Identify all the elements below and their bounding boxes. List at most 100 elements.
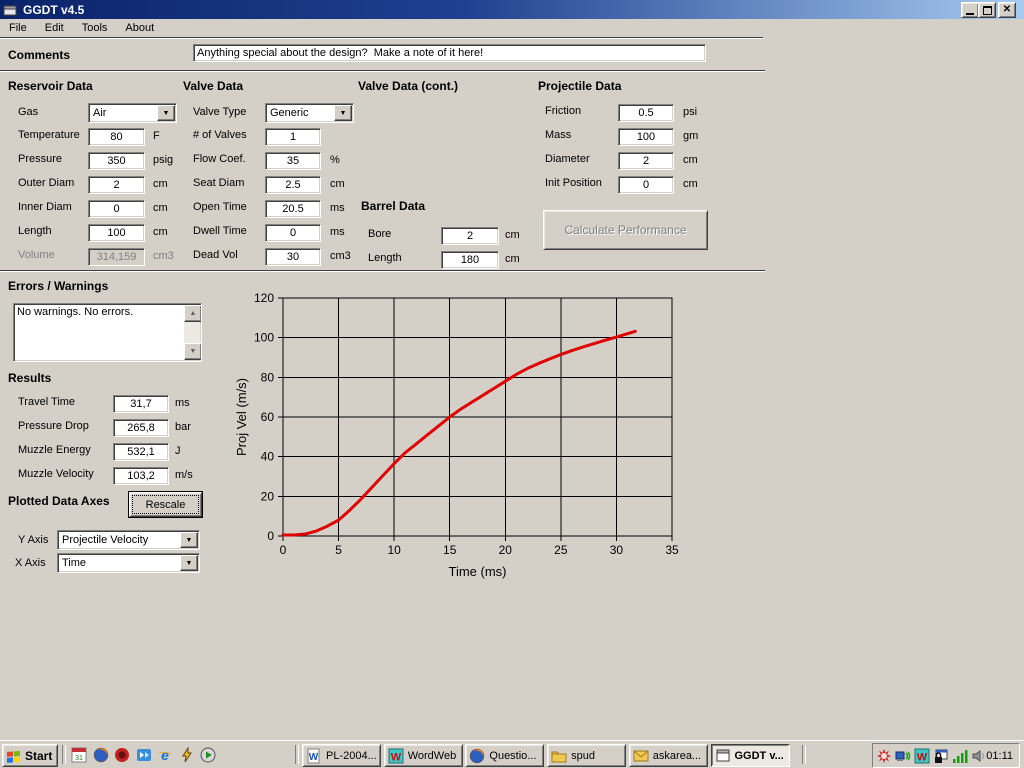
length-input[interactable]: 100 [88, 224, 145, 242]
volume-icon[interactable] [971, 748, 987, 764]
chevron-down-icon[interactable]: ▼ [157, 105, 175, 121]
friction-input[interactable]: 0.5 [618, 104, 674, 122]
tray-icons: W [873, 748, 987, 764]
task-button-spud[interactable]: spud [547, 744, 626, 767]
quick-launch-media-player-icon[interactable] [200, 747, 216, 766]
open-time-label: Open Time [193, 201, 247, 213]
quick-launch-winamp-icon[interactable] [179, 747, 195, 766]
length-label: Length [18, 225, 52, 237]
init-position-input[interactable]: 0 [618, 176, 674, 194]
quick-launch-internet-explorer-icon[interactable]: e [157, 747, 173, 766]
seat-diam-input[interactable]: 2.5 [265, 176, 321, 194]
flow-coef-input[interactable]: 35 [265, 152, 321, 170]
results-header: Results [8, 371, 51, 385]
x-axis-label: X Axis [15, 557, 46, 569]
svg-text:W: W [917, 751, 928, 763]
plotted-data-axes-header: Plotted Data Axes [8, 494, 110, 508]
comments-input[interactable] [193, 44, 706, 62]
inner-diam-unit: cm [153, 202, 168, 214]
svg-text:Proj Vel (m/s): Proj Vel (m/s) [234, 378, 249, 456]
valve-data-header: Valve Data [183, 79, 243, 93]
network-icon[interactable] [895, 748, 911, 764]
wordweb-tray-icon[interactable]: W [914, 748, 930, 764]
gas-select[interactable]: Air▼ [88, 103, 177, 123]
red-gear-icon[interactable] [876, 748, 892, 764]
svg-text:31: 31 [75, 755, 83, 762]
seat-diam-label: Seat Diam [193, 177, 244, 189]
tray-clock[interactable]: 01:11 [986, 750, 1013, 762]
quick-launch-messenger-icon[interactable] [136, 747, 152, 766]
firefox-icon [469, 748, 485, 764]
dwell-time-input[interactable]: 0 [265, 224, 321, 242]
start-button[interactable]: Start [2, 744, 58, 767]
scroll-up-icon[interactable]: ▲ [184, 305, 202, 322]
muzzle-velocity-value: 103,2 [113, 467, 169, 485]
pressure-label: Pressure [18, 153, 62, 165]
start-label: Start [25, 749, 52, 763]
svg-text:e: e [161, 747, 169, 763]
travel-time-label: Travel Time [18, 396, 75, 408]
barrel-data-header: Barrel Data [361, 199, 425, 213]
svg-text:0: 0 [280, 543, 287, 557]
quick-launch-red-media-icon[interactable] [114, 747, 130, 766]
quick-launch-media-calendar-icon[interactable]: 31 [71, 747, 87, 766]
errors-scrollbar[interactable]: ▲ ▼ [184, 305, 200, 360]
inner-diam-label: Inner Diam [18, 201, 72, 213]
task-button-label: PL-2004... [326, 750, 377, 762]
word-document-icon: W [306, 748, 322, 764]
open-time-input[interactable]: 20.5 [265, 200, 321, 218]
friction-unit: psi [683, 106, 697, 118]
dwell-time-unit: ms [330, 226, 345, 238]
of-valves-label: # of Valves [193, 129, 247, 141]
chevron-down-icon[interactable]: ▼ [180, 555, 198, 571]
errors-warnings-text: No warnings. No errors. [17, 306, 183, 318]
gas-label: Gas [18, 106, 38, 118]
errors-warnings-box[interactable]: No warnings. No errors. ▲ ▼ [13, 303, 202, 362]
task-button-pl-2004[interactable]: W PL-2004... [302, 744, 381, 767]
comments-label: Comments [8, 48, 70, 62]
length-input[interactable]: 180 [441, 251, 499, 269]
friction-label: Friction [545, 105, 581, 117]
chevron-down-icon[interactable]: ▼ [180, 532, 198, 548]
length-label: Length [368, 252, 402, 264]
length-unit: cm [153, 226, 168, 238]
pressure-input[interactable]: 350 [88, 152, 145, 170]
temperature-input[interactable]: 80 [88, 128, 145, 146]
chevron-down-icon[interactable]: ▼ [334, 105, 352, 121]
svg-text:0: 0 [267, 529, 274, 543]
svg-text:30: 30 [610, 543, 624, 557]
bore-input[interactable]: 2 [441, 227, 499, 245]
outer-diam-input[interactable]: 2 [88, 176, 145, 194]
rescale-button[interactable]: Rescale [129, 492, 202, 517]
quick-launch-firefox-icon[interactable] [93, 747, 109, 766]
valve-type-select[interactable]: Generic▼ [265, 103, 354, 123]
signal-bars-icon[interactable] [952, 748, 968, 764]
travel-time-value: 31,7 [113, 395, 169, 413]
scroll-down-icon[interactable]: ▼ [184, 343, 202, 360]
svg-text:20: 20 [499, 543, 513, 557]
task-button-label: spud [571, 750, 595, 762]
y-axis-select[interactable]: Projectile Velocity ▼ [57, 530, 200, 550]
task-button-ggdt-v[interactable]: GGDT v... [711, 744, 790, 767]
of-valves-input[interactable]: 1 [265, 128, 321, 146]
reservoir-data-header: Reservoir Data [8, 79, 93, 93]
x-axis-select[interactable]: Time ▼ [57, 553, 200, 573]
security-icon[interactable] [933, 748, 949, 764]
dead-vol-label: Dead Vol [193, 249, 238, 261]
svg-text:120: 120 [254, 291, 274, 305]
inner-diam-input[interactable]: 0 [88, 200, 145, 218]
y-axis-value: Projectile Velocity [58, 534, 180, 546]
svg-text:35: 35 [665, 543, 679, 557]
task-button-questio[interactable]: Questio... [465, 744, 544, 767]
mass-input[interactable]: 100 [618, 128, 674, 146]
seat-diam-unit: cm [330, 178, 345, 190]
dwell-time-label: Dwell Time [193, 225, 247, 237]
length-unit: cm [505, 253, 520, 265]
task-button-askarea[interactable]: askarea... [629, 744, 708, 767]
form-area: Comments Reservoir Data Valve Data Valve… [0, 0, 1024, 740]
mass-unit: gm [683, 130, 698, 142]
diameter-input[interactable]: 2 [618, 152, 674, 170]
dead-vol-input[interactable]: 30 [265, 248, 321, 266]
task-button-wordweb[interactable]: WWordWeb [384, 744, 463, 767]
bore-unit: cm [505, 229, 520, 241]
